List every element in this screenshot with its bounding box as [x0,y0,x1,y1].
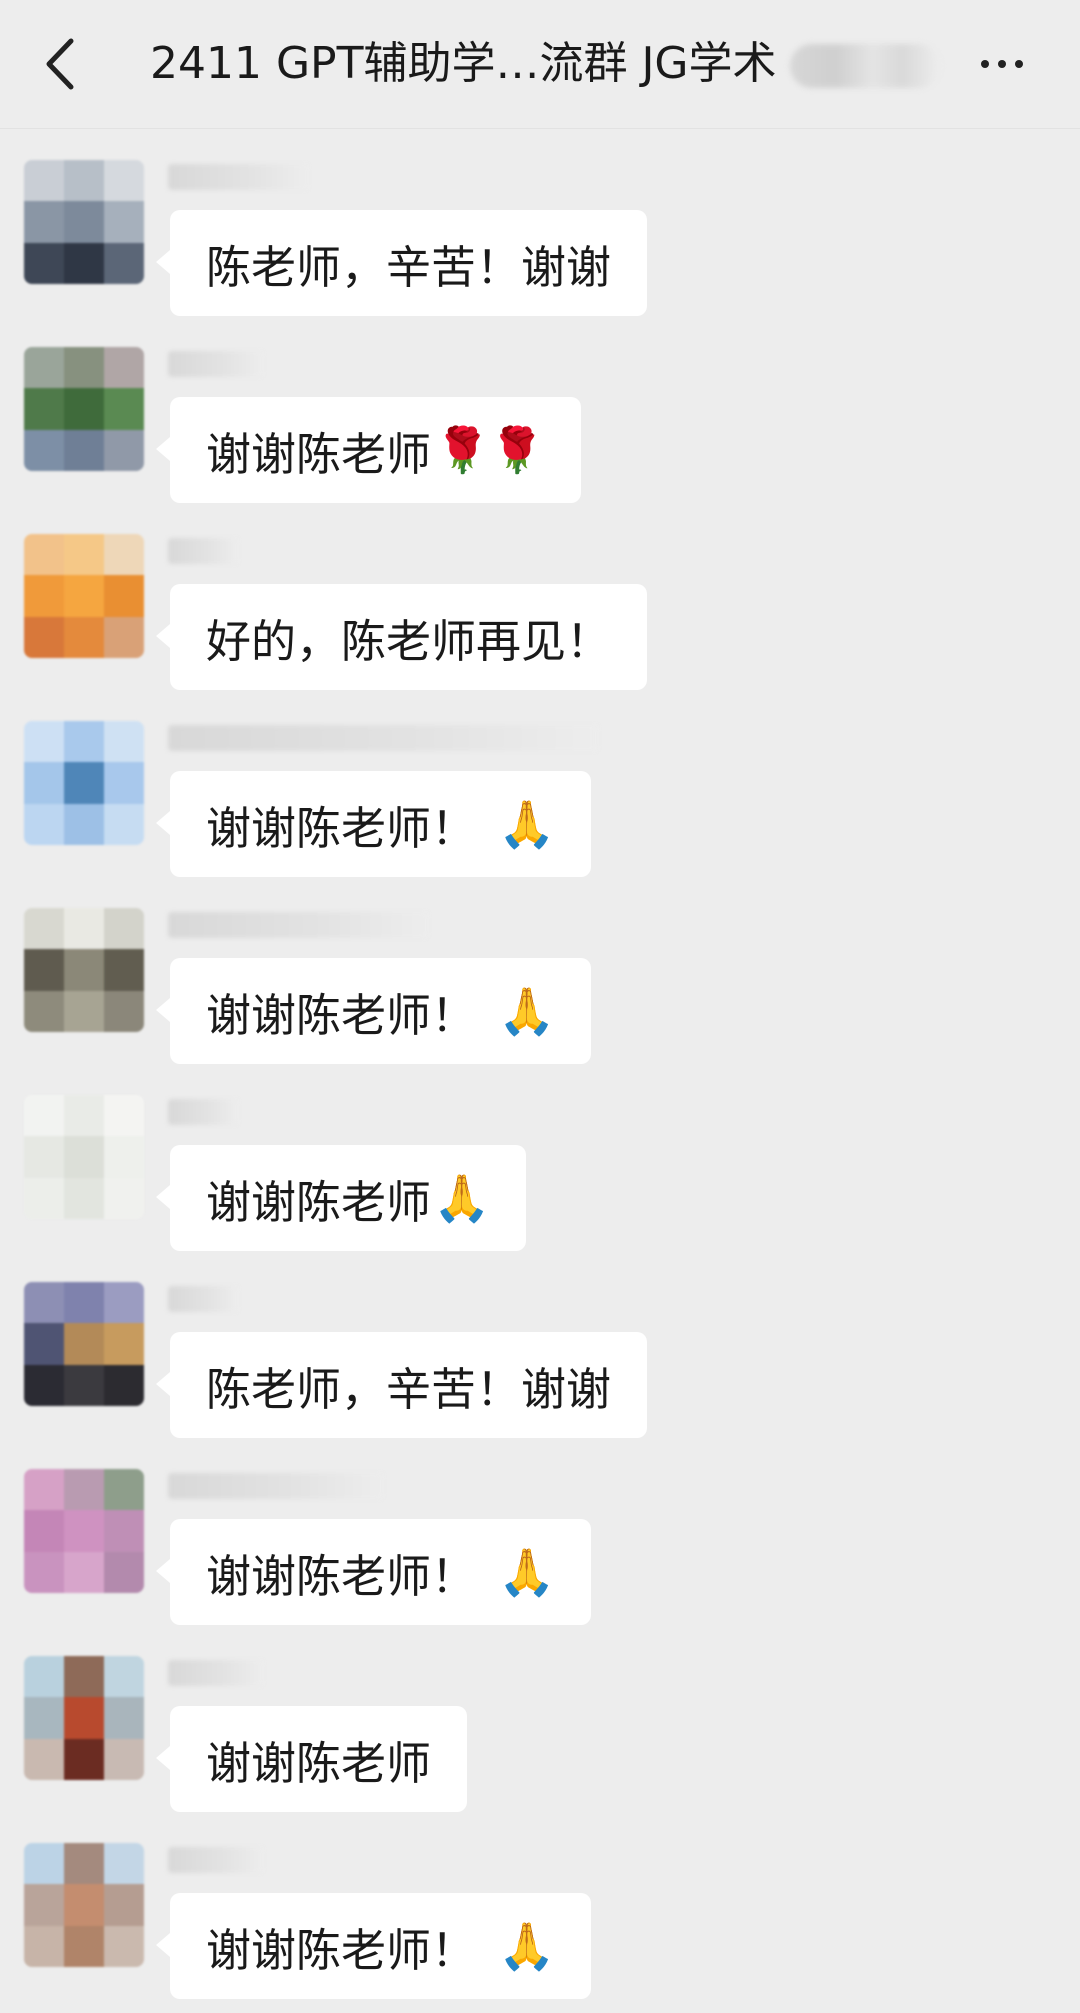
message-row: 谢谢陈老师！ 🙏 [0,701,1080,888]
sender-name-blurred [168,912,428,938]
message-text: 陈老师，辛苦！谢谢 [206,1362,612,1416]
folded-hands-emoji-icon: 🙏 [498,1918,556,1973]
avatar[interactable] [24,1095,144,1219]
more-options-button[interactable] [962,36,1042,92]
more-dot [1015,60,1023,68]
message-row: 陈老师，辛苦！谢谢 [0,1262,1080,1449]
avatar[interactable] [24,908,144,1032]
blurred-title-suffix [790,44,940,88]
avatar[interactable] [24,534,144,658]
message-row: 谢谢陈老师 [0,1636,1080,1823]
sender-name-blurred [168,1286,238,1312]
sender-name-blurred [168,351,263,377]
avatar[interactable] [24,1843,144,1967]
rose-emoji-icon: 🌹🌹 [435,425,545,476]
message-row: 好的，陈老师再见！ [0,514,1080,701]
chevron-left-icon [46,38,74,90]
message-row: 谢谢陈老师！ 🙏 [0,1823,1080,2010]
avatar[interactable] [24,1282,144,1406]
message-bubble[interactable]: 谢谢陈老师 🌹🌹 [156,397,581,503]
message-bubble[interactable]: 谢谢陈老师！ 🙏 [155,771,592,877]
avatar[interactable] [24,1656,144,1780]
message-bubble[interactable]: 谢谢陈老师！ 🙏 [155,958,592,1064]
folded-hands-emoji-icon: 🙏 [433,1170,491,1225]
avatar[interactable] [24,160,144,284]
message-row: 谢谢陈老师！ 🙏 [0,888,1080,1075]
message-text: 谢谢陈老师 [206,1175,432,1229]
sender-name-blurred [168,725,598,751]
message-bubble[interactable]: 陈老师，辛苦！谢谢 [155,1332,648,1438]
message-bubble[interactable]: 谢谢陈老师 [155,1706,468,1812]
message-row: 谢谢陈老师 🙏 [0,1075,1080,1262]
message-row: 陈老师，辛苦！谢谢 [0,140,1080,327]
sender-name-blurred [168,1660,263,1686]
sender-name-blurred [168,1099,238,1125]
message-bubble[interactable]: 谢谢陈老师！ 🙏 [155,1519,592,1625]
avatar[interactable] [24,347,144,471]
message-text: 好的，陈老师再见！ [206,614,612,668]
avatar[interactable] [24,721,144,845]
message-bubble[interactable]: 好的，陈老师再见！ [155,584,648,690]
message-row: 谢谢陈老师！ 🙏 [0,1449,1080,1636]
message-text: 陈老师，辛苦！谢谢 [206,240,612,294]
avatar[interactable] [24,1469,144,1593]
message-text: 谢谢陈老师！ [206,1923,477,1977]
chat-header: 2411 GPT辅助学…流群 JG学术 [0,0,1080,129]
back-button[interactable] [28,28,92,100]
folded-hands-emoji-icon: 🙏 [498,1544,556,1599]
sender-name-blurred [168,164,308,190]
message-row: 谢谢陈老师 🌹🌹 [0,327,1080,514]
message-bubble[interactable]: 陈老师，辛苦！谢谢 [155,210,648,316]
message-text: 谢谢陈老师！ [206,988,477,1042]
more-dot [998,60,1006,68]
sender-name-blurred [168,538,238,564]
message-bubble[interactable]: 谢谢陈老师 🙏 [155,1145,527,1251]
chat-title: 2411 GPT辅助学…流群 JG学术 [150,38,777,89]
message-text: 谢谢陈老师！ [206,1549,477,1603]
message-text: 谢谢陈老师 [206,427,432,481]
more-dots-icon [981,60,989,68]
sender-name-blurred [168,1473,383,1499]
sender-name-blurred [168,1847,263,1873]
folded-hands-emoji-icon: 🙏 [498,796,556,851]
message-text: 谢谢陈老师！ [206,801,477,855]
folded-hands-emoji-icon: 🙏 [498,983,556,1038]
message-bubble[interactable]: 谢谢陈老师！ 🙏 [155,1893,592,1999]
message-list[interactable]: 陈老师，辛苦！谢谢 谢谢陈老师 🌹🌹 好的，陈老师再见！ 谢谢陈老师！ 🙏 谢谢… [0,140,1080,2010]
message-text: 谢谢陈老师 [206,1736,432,1790]
